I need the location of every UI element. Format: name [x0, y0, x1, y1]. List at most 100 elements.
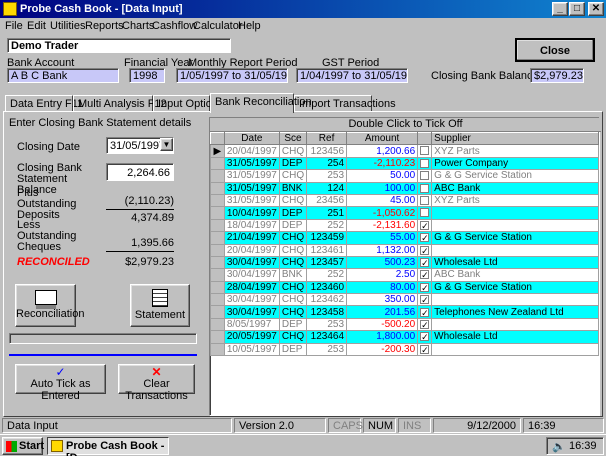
cell-supplier[interactable]	[431, 206, 599, 220]
cell-ref[interactable]: 123458	[306, 305, 348, 319]
cell-tick[interactable]	[417, 181, 433, 195]
cell-date[interactable]: 31/05/1997	[223, 193, 280, 208]
cell-supplier[interactable]	[431, 293, 599, 307]
table-row[interactable]: 20/05/1997 CHQ 123464 1,800.00 ✓ Wholesale Lt…	[210, 330, 599, 344]
cell-date[interactable]: 10/04/1997	[223, 206, 280, 220]
company-name-field[interactable]: Demo Trader	[7, 38, 231, 53]
row-indicator[interactable]	[210, 206, 225, 220]
cell-sce[interactable]: DEP	[278, 317, 308, 332]
table-row[interactable]: 31/05/1997 BNK 124 100.00 ABC Bank	[210, 181, 599, 195]
cell-date[interactable]: 10/05/1997	[223, 342, 280, 357]
row-indicator[interactable]	[210, 268, 225, 282]
cell-tick[interactable]: ✓	[417, 268, 433, 282]
cell-ref[interactable]: 123460	[306, 280, 348, 295]
cell-ref[interactable]: 23456	[306, 193, 348, 208]
close-button[interactable]: Close	[515, 38, 595, 62]
cell-amount[interactable]: 100.00	[346, 181, 419, 195]
cell-supplier[interactable]	[431, 243, 599, 257]
menu-file[interactable]: File	[5, 20, 23, 32]
tick-checkbox[interactable]: ✓	[420, 245, 430, 255]
table-row[interactable]: 31/05/1997 DEP 254 -2,110.23 Power Company	[210, 156, 599, 171]
row-indicator[interactable]: ▶	[210, 144, 225, 158]
row-indicator[interactable]	[210, 280, 225, 295]
statement-balance-input[interactable]: 2,264.66	[106, 163, 174, 181]
cell-supplier[interactable]: G & G Service Station	[431, 280, 599, 295]
cell-date[interactable]: 30/04/1997	[223, 305, 280, 319]
cell-ref[interactable]: 251	[306, 206, 348, 220]
cell-sce[interactable]: CHQ	[278, 280, 308, 295]
cell-date[interactable]: 31/05/1997	[223, 156, 280, 171]
table-row[interactable]: 18/04/1997 DEP 252 -2,131.60 ✓	[210, 218, 599, 233]
cell-date[interactable]: 18/04/1997	[223, 218, 280, 233]
column-header-date[interactable]: Date	[223, 131, 280, 146]
cell-sce[interactable]: CHQ	[278, 305, 308, 319]
cell-ref[interactable]: 123464	[306, 330, 348, 344]
tick-checkbox[interactable]: ✓	[420, 344, 430, 354]
cell-ref[interactable]: 253	[306, 169, 348, 183]
cell-amount[interactable]: -2,110.23	[346, 156, 419, 171]
column-header-supplier[interactable]: Supplier	[431, 131, 599, 146]
cell-supplier[interactable]: ABC Bank	[431, 268, 599, 282]
cell-supplier[interactable]: G & G Service Station	[431, 231, 599, 245]
close-window-button[interactable]: ✕	[588, 2, 604, 16]
cell-amount[interactable]: 45.00	[346, 193, 419, 208]
table-row[interactable]: 30/04/1997 CHQ 123462 350.00 ✓	[210, 293, 599, 307]
speaker-icon[interactable]: 🔈	[552, 440, 566, 453]
cell-amount[interactable]: 1,800.00	[346, 330, 419, 344]
cell-ref[interactable]: 253	[306, 342, 348, 357]
row-indicator[interactable]	[210, 181, 225, 195]
cell-supplier[interactable]: XYZ Parts	[431, 193, 599, 208]
cell-ref[interactable]: 253	[306, 317, 348, 332]
cell-supplier[interactable]: Power Company	[431, 156, 599, 171]
cell-sce[interactable]: CHQ	[278, 255, 308, 270]
table-row[interactable]: 10/04/1997 DEP 251 -1,050.62	[210, 206, 599, 220]
cell-ref[interactable]: 254	[306, 156, 348, 171]
cell-date[interactable]: 20/04/1997	[223, 243, 280, 257]
table-row[interactable]: 30/04/1997 CHQ 123457 500.23 ✓ Wholesale Ltd	[210, 255, 599, 270]
cell-sce[interactable]: DEP	[278, 342, 308, 357]
auto-tick-button[interactable]: ✓ Auto Tick as Entered	[15, 364, 106, 402]
cell-tick[interactable]: ✓	[417, 243, 433, 257]
cell-tick[interactable]	[417, 156, 433, 171]
cell-date[interactable]: 20/04/1997	[223, 144, 280, 158]
cell-date[interactable]: 30/04/1997	[223, 255, 280, 270]
table-row[interactable]: 8/05/1997 DEP 253 -500.20 ✓	[210, 317, 599, 332]
tick-checkbox[interactable]: ✓	[420, 220, 430, 230]
cell-sce[interactable]: CHQ	[278, 144, 308, 158]
cell-tick[interactable]: ✓	[417, 255, 433, 270]
cell-amount[interactable]: 1,132.00	[346, 243, 419, 257]
cell-date[interactable]: 30/04/1997	[223, 268, 280, 282]
cell-supplier[interactable]: XYZ Parts	[431, 144, 599, 158]
cell-amount[interactable]: -2,131.60	[346, 218, 419, 233]
cell-sce[interactable]: CHQ	[278, 193, 308, 208]
cell-amount[interactable]: 500.23	[346, 255, 419, 270]
menu-help[interactable]: Help	[238, 20, 261, 32]
taskbar-item-probe[interactable]: Probe Cash Book - [D...	[47, 437, 169, 456]
cell-ref[interactable]: 123461	[306, 243, 348, 257]
cell-sce[interactable]: CHQ	[278, 169, 308, 183]
table-row[interactable]: 21/04/1997 CHQ 123459 55.00 ✓ G & G Service S…	[210, 231, 599, 245]
row-indicator[interactable]	[210, 243, 225, 257]
cell-sce[interactable]: DEP	[278, 218, 308, 233]
cell-ref[interactable]: 252	[306, 268, 348, 282]
cell-date[interactable]: 31/05/1997	[223, 181, 280, 195]
row-indicator[interactable]	[210, 255, 225, 270]
closing-date-dropdown[interactable]: 31/05/1997 ▼	[106, 137, 174, 154]
row-indicator[interactable]	[210, 317, 225, 332]
transactions-grid[interactable]: Double Click to Tick Off Date Sce Ref Am…	[209, 117, 601, 416]
table-row[interactable]: 10/05/1997 DEP 253 -200.30 ✓	[210, 342, 599, 357]
cell-amount[interactable]: 2.50	[346, 268, 419, 282]
column-header-tick[interactable]	[417, 131, 433, 146]
table-row[interactable]: 20/04/1997 CHQ 123461 1,132.00 ✓	[210, 243, 599, 257]
cell-date[interactable]: 8/05/1997	[223, 317, 280, 332]
row-indicator[interactable]	[210, 330, 225, 344]
cell-sce[interactable]: CHQ	[278, 293, 308, 307]
tick-checkbox[interactable]: ✓	[420, 257, 430, 267]
cell-tick[interactable]	[417, 206, 433, 220]
cell-sce[interactable]: DEP	[278, 156, 308, 171]
tick-checkbox[interactable]	[420, 196, 430, 205]
tab-bank-reconciliation[interactable]: Bank Reconciliation	[210, 93, 312, 113]
tick-checkbox[interactable]: ✓	[420, 233, 430, 243]
row-indicator[interactable]	[210, 293, 225, 307]
cell-amount[interactable]: 50.00	[346, 169, 419, 183]
